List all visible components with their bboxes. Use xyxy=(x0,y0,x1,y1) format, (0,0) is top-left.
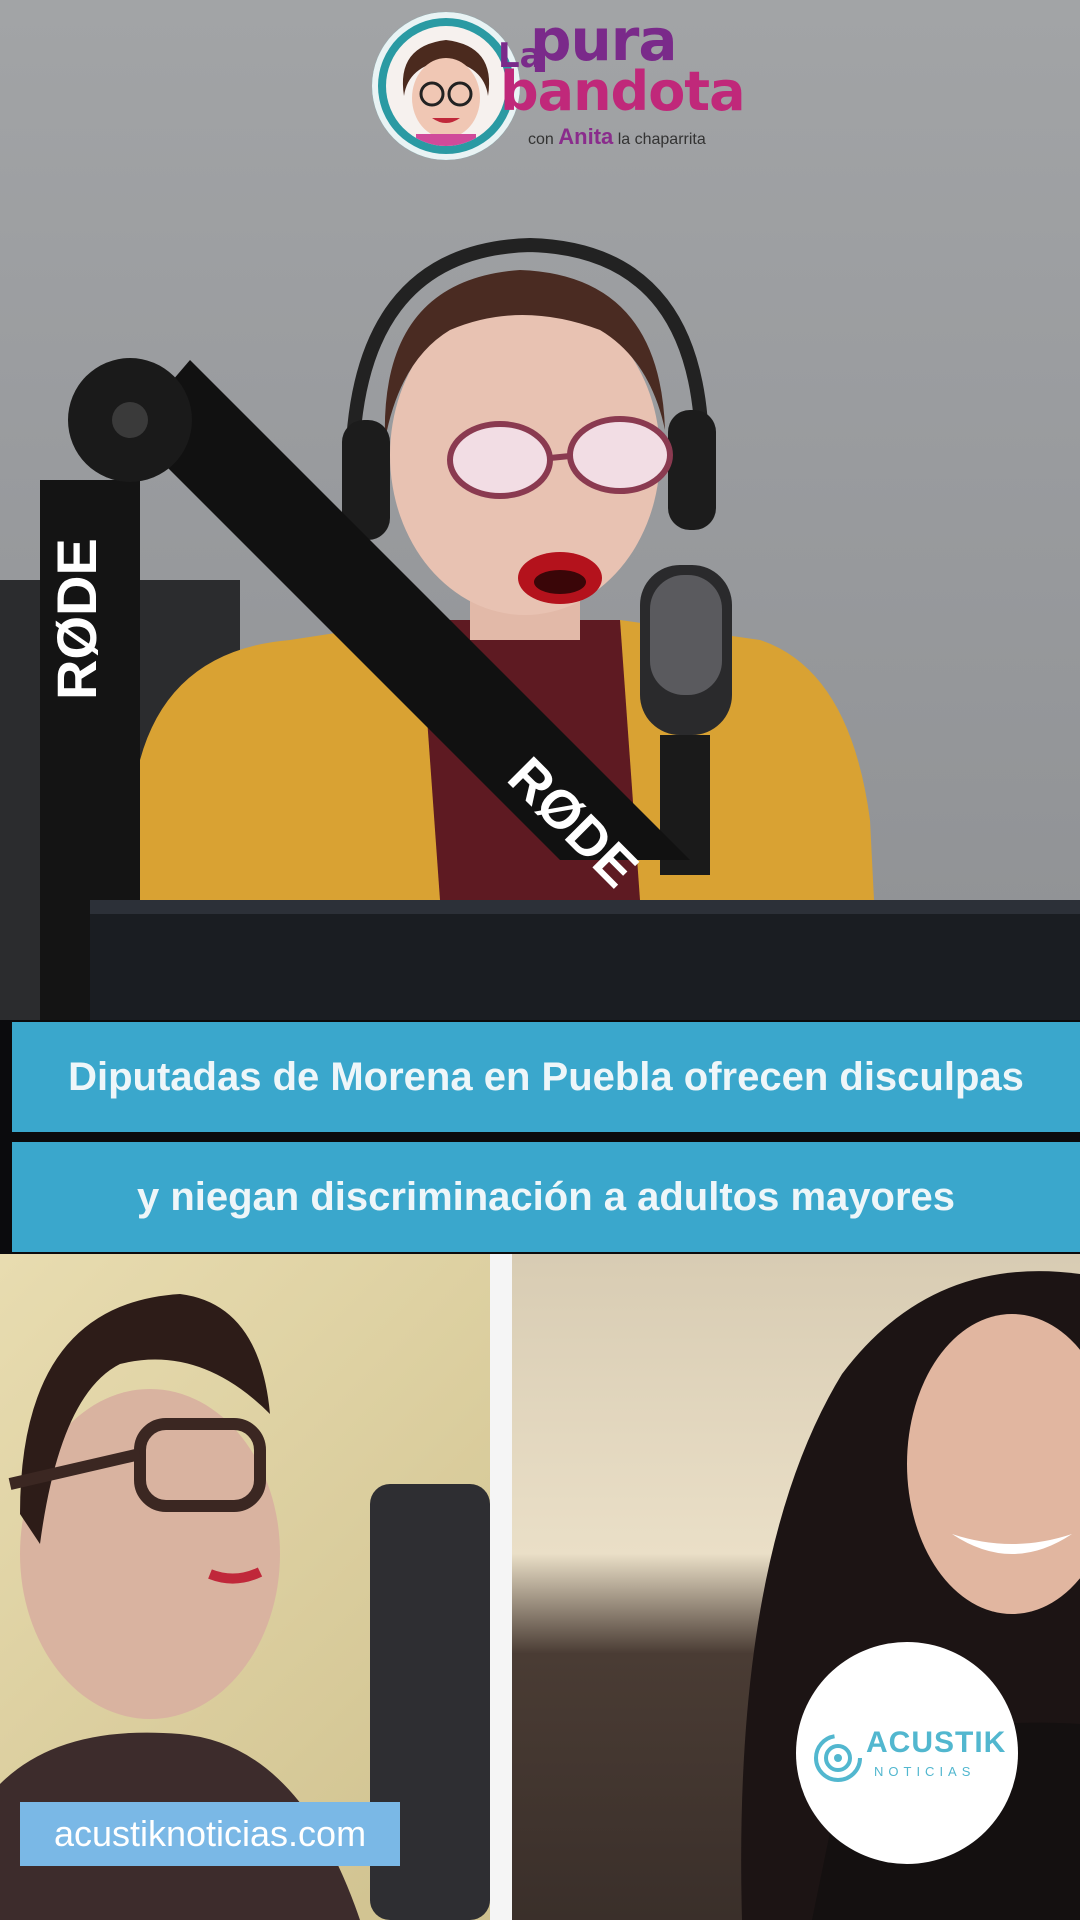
logo-host-suffix: la chaparrita xyxy=(617,131,706,148)
show-logo: La pura bandota con Anita la chaparrita xyxy=(372,6,746,162)
logo-con: con xyxy=(528,131,554,148)
video-frame[interactable]: RØDE RØDE La pura bandota con Anita la c… xyxy=(0,0,1080,1020)
acustik-badge: ACUSTIK NOTICIAS xyxy=(796,1642,1018,1864)
headline-bar-2: y niegan discriminación a adultos mayore… xyxy=(12,1142,1080,1252)
logo-subtitle: con Anita la chaparrita xyxy=(528,124,706,150)
website-url: acustiknoticias.com xyxy=(53,1813,367,1854)
badge-subtitle: NOTICIAS xyxy=(874,1764,976,1779)
headline-line-2: y niegan discriminación a adultos mayore… xyxy=(136,1174,956,1219)
logo-host-name: Anita xyxy=(558,124,614,149)
logo-bandota-text: bandota xyxy=(500,60,746,123)
logo-avatar xyxy=(386,26,506,146)
website-label[interactable]: acustiknoticias.com xyxy=(20,1802,400,1866)
photo-divider xyxy=(490,1254,512,1920)
headline-bar-1: Diputadas de Morena en Puebla ofrecen di… xyxy=(12,1022,1080,1132)
target-icon xyxy=(814,1734,862,1782)
badge-name: ACUSTIK xyxy=(866,1726,1007,1759)
logo-avatar-ring xyxy=(372,12,520,160)
headline-line-1: Diputadas de Morena en Puebla ofrecen di… xyxy=(68,1054,1024,1099)
rode-label-vertical: RØDE xyxy=(45,538,108,700)
